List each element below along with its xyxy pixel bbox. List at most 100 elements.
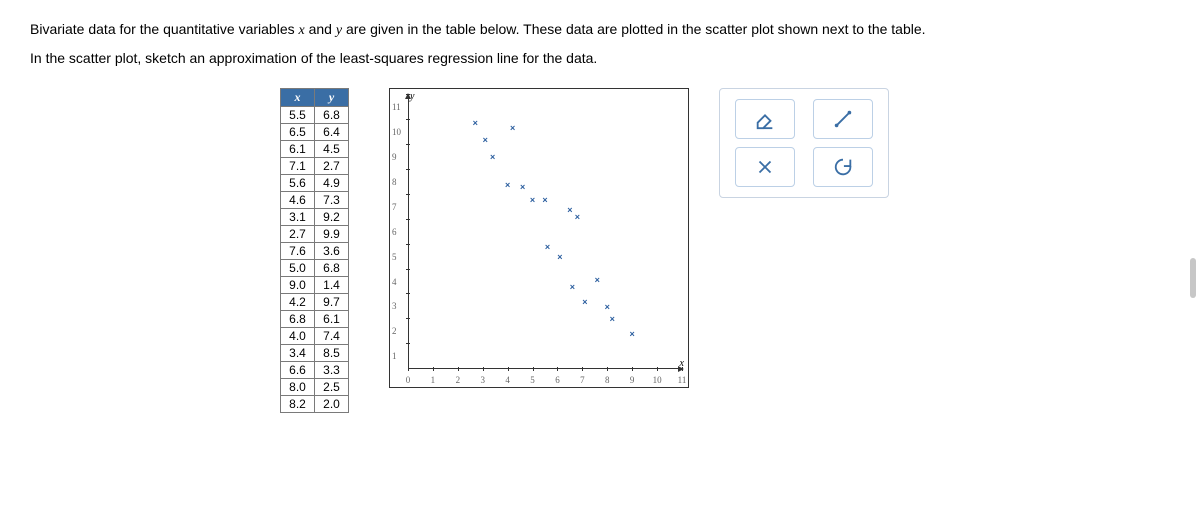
table-row: 7.12.7 <box>281 158 349 175</box>
table-cell-y: 2.7 <box>315 158 349 175</box>
table-cell-x: 3.1 <box>281 209 315 226</box>
scrollbar-thumb[interactable] <box>1190 258 1196 298</box>
table-cell-x: 6.8 <box>281 311 315 328</box>
table-cell-y: 2.0 <box>315 396 349 413</box>
data-point: × <box>557 252 562 262</box>
table-row: 4.07.4 <box>281 328 349 345</box>
x-tick-label: 8 <box>605 375 610 385</box>
table-cell-y: 4.9 <box>315 175 349 192</box>
table-row: 3.48.5 <box>281 345 349 362</box>
table-cell-x: 7.1 <box>281 158 315 175</box>
data-point: × <box>605 302 610 312</box>
data-point: × <box>530 195 535 205</box>
y-tick-mark <box>406 269 410 270</box>
y-tick-mark <box>406 144 410 145</box>
table-cell-x: 5.0 <box>281 260 315 277</box>
instruction-line-2: In the scatter plot, sketch an approxima… <box>30 49 1170 69</box>
x-tick-label: 9 <box>630 375 635 385</box>
table-cell-y: 9.9 <box>315 226 349 243</box>
x-tick-mark <box>458 367 459 371</box>
table-cell-y: 7.4 <box>315 328 349 345</box>
table-cell-y: 2.5 <box>315 379 349 396</box>
table-row: 7.63.6 <box>281 243 349 260</box>
y-tick-label: 3 <box>392 301 397 311</box>
x-tick-label: 0 <box>406 375 411 385</box>
table-cell-x: 9.0 <box>281 277 315 294</box>
y-tick-label: 4 <box>392 277 397 287</box>
table-header-y: y <box>315 89 349 107</box>
data-point: × <box>582 297 587 307</box>
y-tick-mark <box>406 169 410 170</box>
eraser-icon <box>754 108 776 130</box>
data-point: × <box>542 195 547 205</box>
table-cell-y: 6.8 <box>315 260 349 277</box>
reset-icon <box>832 156 854 178</box>
x-tick-mark <box>533 367 534 371</box>
x-tick-label: 4 <box>505 375 510 385</box>
table-cell-x: 2.7 <box>281 226 315 243</box>
x-tick-mark <box>433 367 434 371</box>
y-tick-mark <box>406 119 410 120</box>
table-cell-y: 1.4 <box>315 277 349 294</box>
y-tick-label: 6 <box>392 227 397 237</box>
tool-panel <box>719 88 889 198</box>
data-point: × <box>575 212 580 222</box>
x-tick-label: 6 <box>555 375 560 385</box>
x-tick-mark <box>508 367 509 371</box>
clear-icon <box>754 156 776 178</box>
x-tick-label: 3 <box>480 375 485 385</box>
table-cell-y: 7.3 <box>315 192 349 209</box>
y-tick-label: 1 <box>392 351 397 361</box>
table-cell-x: 7.6 <box>281 243 315 260</box>
table-cell-x: 4.6 <box>281 192 315 209</box>
data-table: x y 5.56.86.56.46.14.57.12.75.64.94.67.3… <box>280 88 349 413</box>
data-point: × <box>473 118 478 128</box>
data-point: × <box>567 205 572 215</box>
y-tick-mark <box>406 194 410 195</box>
x-tick-mark <box>408 367 409 371</box>
table-header-row: x y <box>281 89 349 107</box>
y-tick-label: 2 <box>392 326 397 336</box>
table-row: 6.63.3 <box>281 362 349 379</box>
y-tick-label: 8 <box>392 177 397 187</box>
table-cell-x: 3.4 <box>281 345 315 362</box>
table-cell-x: 6.6 <box>281 362 315 379</box>
clear-button[interactable] <box>735 147 795 187</box>
table-cell-x: 6.1 <box>281 141 315 158</box>
table-cell-y: 3.6 <box>315 243 349 260</box>
data-point: × <box>610 314 615 324</box>
y-tick-mark <box>406 293 410 294</box>
x-tick-label: 2 <box>456 375 461 385</box>
table-row: 4.29.7 <box>281 294 349 311</box>
data-point: × <box>545 242 550 252</box>
x-tick-label: 10 <box>653 375 662 385</box>
table-row: 9.01.4 <box>281 277 349 294</box>
instruction-line-1: Bivariate data for the quantitative vari… <box>30 20 1170 41</box>
table-cell-x: 8.0 <box>281 379 315 396</box>
scatter-plot[interactable]: y x ×××××××××××××××××× 01234567891011123… <box>389 88 689 388</box>
x-tick-mark <box>557 367 558 371</box>
table-cell-x: 4.0 <box>281 328 315 345</box>
reset-button[interactable] <box>813 147 873 187</box>
table-cell-y: 4.5 <box>315 141 349 158</box>
table-cell-y: 3.3 <box>315 362 349 379</box>
table-cell-x: 5.5 <box>281 107 315 124</box>
x-tick-label: 7 <box>580 375 585 385</box>
table-cell-y: 8.5 <box>315 345 349 362</box>
table-cell-y: 6.4 <box>315 124 349 141</box>
y-tick-label: 9 <box>392 152 397 162</box>
line-tool-button[interactable] <box>813 99 873 139</box>
y-tick-label: 11 <box>392 102 401 112</box>
y-tick-mark <box>406 343 410 344</box>
table-row: 5.64.9 <box>281 175 349 192</box>
table-row: 6.56.4 <box>281 124 349 141</box>
eraser-tool-button[interactable] <box>735 99 795 139</box>
data-point: × <box>483 135 488 145</box>
table-row: 4.67.3 <box>281 192 349 209</box>
table-cell-x: 5.6 <box>281 175 315 192</box>
x-tick-label: 1 <box>431 375 436 385</box>
table-cell-y: 9.7 <box>315 294 349 311</box>
table-row: 2.79.9 <box>281 226 349 243</box>
data-point: × <box>490 152 495 162</box>
table-row: 5.06.8 <box>281 260 349 277</box>
